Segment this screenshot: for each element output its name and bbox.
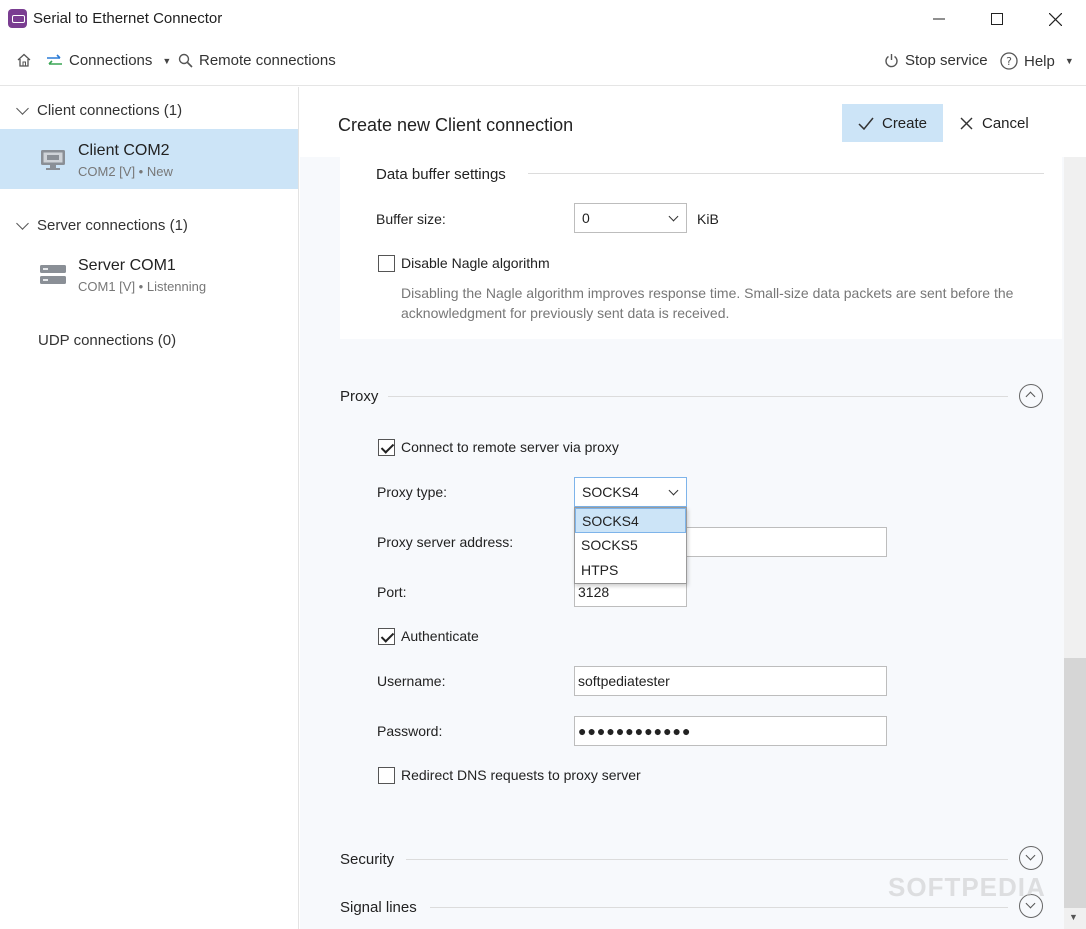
help-icon: ? (1000, 52, 1018, 70)
signal-lines-section-title: Signal lines (340, 899, 417, 916)
main-header: Create new Client connection Create Canc… (300, 87, 1086, 157)
chevron-down-icon (668, 485, 679, 496)
cancel-label: Cancel (982, 114, 1029, 132)
chevron-up-icon (1025, 391, 1036, 402)
connect-via-proxy-label: Connect to remote server via proxy (401, 439, 619, 455)
svg-text:?: ? (1006, 55, 1012, 68)
redirect-dns-checkbox[interactable] (378, 767, 395, 784)
create-button[interactable]: Create (842, 104, 943, 142)
client-connections-label: Client connections (1) (37, 102, 183, 119)
disable-nagle-checkbox[interactable] (378, 255, 395, 272)
password-label: Password: (377, 723, 443, 739)
connections-icon (47, 53, 62, 65)
buffer-size-value: 0 (582, 210, 590, 226)
proxy-option-socks5[interactable]: SOCKS5 (575, 533, 686, 558)
buffer-size-unit: KiB (697, 211, 719, 227)
search-icon (178, 53, 193, 68)
close-button[interactable] (1026, 0, 1084, 38)
proxy-type-select[interactable]: SOCKS4 (574, 477, 687, 507)
security-section-title: Security (340, 851, 395, 868)
udp-connections-label: UDP connections (0) (38, 332, 177, 349)
server-connections-group[interactable]: Server connections (1) (16, 216, 188, 234)
maximize-icon (991, 13, 1003, 25)
sidebar-item-client-com2[interactable]: Client COM2 COM2 [V] • New (0, 129, 298, 189)
main-panel: Create new Client connection Create Canc… (300, 87, 1086, 929)
monitor-icon (41, 150, 65, 170)
server-com1-title: Server COM1 (78, 257, 176, 274)
create-label: Create (881, 114, 928, 132)
proxy-address-label: Proxy server address: (377, 534, 514, 550)
title-bar: Serial to Ethernet Connector (0, 0, 1086, 38)
chevron-down-icon (1025, 850, 1036, 861)
username-input[interactable]: softpediatester (574, 666, 887, 696)
stop-service-label: Stop service (905, 52, 988, 69)
cancel-button[interactable]: Cancel (960, 104, 1040, 142)
home-button[interactable] (16, 52, 32, 68)
disable-nagle-label: Disable Nagle algorithm (401, 255, 550, 271)
section-divider (388, 396, 1008, 397)
client-com2-title: Client COM2 (78, 142, 170, 159)
proxy-section-title: Proxy (340, 388, 379, 405)
server-connections-label: Server connections (1) (37, 217, 188, 234)
connect-via-proxy-checkbox[interactable] (378, 439, 395, 456)
username-label: Username: (377, 673, 446, 689)
scrollbar-thumb[interactable] (1064, 658, 1086, 908)
authenticate-label: Authenticate (401, 628, 479, 644)
section-divider (528, 173, 1044, 174)
chevron-down-icon: ▼ (1064, 56, 1074, 66)
minimize-button[interactable] (910, 0, 968, 38)
buffer-size-label: Buffer size: (376, 211, 446, 227)
watermark: SOFTPEDIA (888, 872, 1046, 902)
remote-connections-button[interactable]: Remote connections (178, 52, 336, 69)
help-label: Help (1024, 52, 1055, 70)
port-label: Port: (377, 584, 407, 600)
stop-service-button[interactable]: Stop service (884, 52, 988, 69)
power-icon (885, 54, 898, 68)
proxy-option-socks4[interactable]: SOCKS4 (575, 508, 686, 533)
section-divider (406, 859, 1008, 860)
proxy-type-label: Proxy type: (377, 484, 448, 500)
udp-connections-group[interactable]: UDP connections (0) (38, 332, 176, 349)
app-logo-icon (8, 9, 27, 28)
server-com1-status: COM1 [V] • Listenning (78, 279, 207, 294)
collapse-proxy-button[interactable] (1019, 384, 1043, 408)
sidebar-item-server-com1[interactable]: Server COM1 COM1 [V] • Listenning (0, 244, 298, 304)
chevron-down-icon (16, 101, 29, 115)
client-com2-status: COM2 [V] • New (78, 164, 173, 179)
close-icon (1048, 12, 1062, 26)
page-title: Create new Client connection (338, 115, 574, 135)
section-divider (430, 907, 1008, 908)
proxy-option-https[interactable]: HTPS (575, 558, 686, 583)
connections-menu[interactable]: Connections ▼ (46, 52, 171, 69)
data-buffer-section-title: Data buffer settings (376, 166, 506, 183)
chevron-down-icon (668, 211, 679, 222)
minimize-icon (933, 18, 945, 20)
authenticate-checkbox[interactable] (378, 628, 395, 645)
server-icon (40, 265, 66, 284)
redirect-dns-label: Redirect DNS requests to proxy server (401, 767, 641, 783)
chevron-down-icon (16, 216, 29, 230)
expand-security-button[interactable] (1019, 846, 1043, 870)
proxy-type-value: SOCKS4 (582, 484, 639, 500)
sidebar: Client connections (1) Client COM2 COM2 … (0, 87, 299, 929)
connections-label: Connections (69, 52, 153, 69)
password-input[interactable]: ●●●●●●●●●●●● (574, 716, 887, 746)
scroll-down-arrow-icon[interactable]: ▼ (1069, 912, 1078, 922)
window-title: Serial to Ethernet Connector (33, 10, 223, 27)
nagle-help-text: Disabling the Nagle algorithm improves r… (401, 285, 1014, 321)
proxy-type-dropdown: SOCKS4 SOCKS5 HTPS (574, 507, 687, 584)
buffer-size-select[interactable]: 0 (574, 203, 687, 233)
data-buffer-panel: Data buffer settings Buffer size: 0 KiB … (340, 157, 1062, 339)
checkmark-icon (858, 117, 874, 130)
client-connections-group[interactable]: Client connections (1) (16, 101, 183, 119)
chevron-down-icon: ▼ (162, 55, 172, 66)
close-icon (960, 117, 973, 129)
remote-connections-label: Remote connections (199, 52, 336, 69)
toolbar: Connections ▼ Remote connections Stop se… (0, 38, 1086, 86)
maximize-button[interactable] (968, 0, 1026, 38)
home-icon (17, 53, 31, 67)
help-menu[interactable]: ? Help ▼ (1000, 52, 1074, 70)
